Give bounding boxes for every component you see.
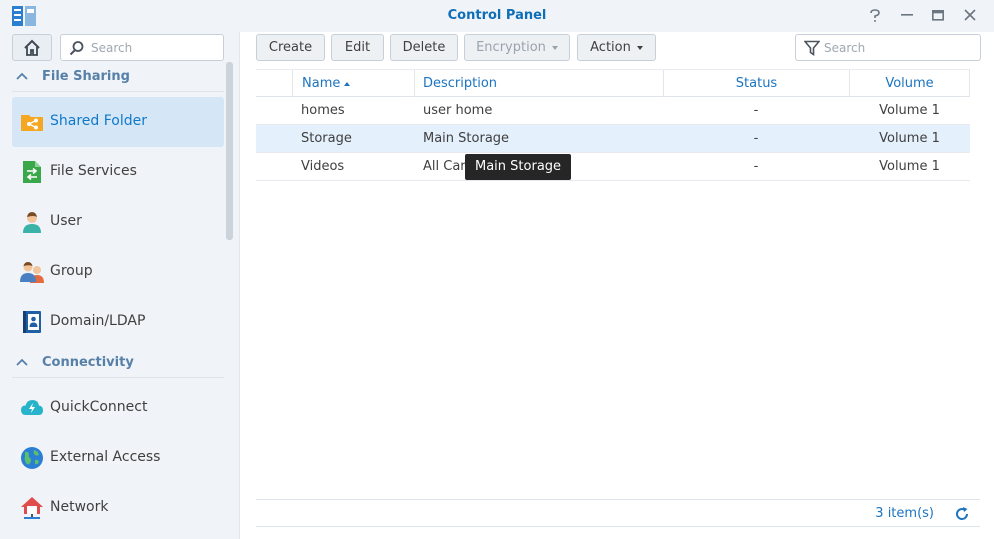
table-footer: 3 item(s) [256,499,980,527]
cell-status: - [753,131,759,146]
sidebar-item-label: External Access [50,449,161,465]
sidebar-item-label: Network [50,499,109,515]
section-header-file-sharing[interactable]: File Sharing [12,64,224,92]
domain-ldap-icon [23,311,41,333]
file-services-icon [23,161,41,183]
sidebar-item-label: File Services [50,163,137,179]
table-header: Name Description Status Volume [256,69,970,97]
filter-icon [804,40,820,56]
sidebar-item-file-services[interactable]: File Services [12,147,224,197]
quickconnect-icon [21,400,43,415]
sidebar-item-quickconnect[interactable]: QuickConnect [12,383,224,433]
maximize-icon[interactable] [929,7,947,25]
cell-status: - [753,103,759,118]
tooltip: Main Storage [465,154,572,180]
caret-down-icon [636,45,643,50]
sidebar-item-domain-ldap[interactable]: Domain/LDAP [12,297,224,347]
home-icon [24,39,40,56]
encryption-label: Encryption [476,40,546,55]
sidebar-item-label: Group [50,263,93,279]
cell-volume: Volume 1 [879,131,940,146]
column-header-name[interactable]: Name [292,70,414,97]
cell-name: Storage [301,131,352,146]
main-search-input[interactable] [824,39,974,57]
item-count: 3 item(s) [875,506,934,521]
sidebar-search[interactable] [60,34,224,61]
cell-name: homes [301,103,345,118]
column-header-status[interactable]: Status [663,70,849,97]
column-header-label: Name [302,76,341,91]
cell-name: Videos [301,159,345,174]
sidebar-item-label: QuickConnect [50,399,148,415]
section-title: File Sharing [42,69,130,84]
edit-button[interactable]: Edit [331,34,384,61]
chevron-up-icon [16,358,28,366]
home-button[interactable] [12,34,52,61]
sidebar-item-network[interactable]: Network [12,483,224,533]
network-icon [21,497,43,519]
sidebar-item-label: Domain/LDAP [50,313,146,329]
caret-down-icon [551,45,558,50]
sidebar-item-user[interactable]: User [12,197,224,247]
main-search[interactable] [795,34,981,61]
search-icon [69,41,84,56]
encryption-dropdown[interactable]: Encryption [464,34,570,61]
cell-description: Main Storage [423,131,510,146]
title-bar: Control Panel [0,0,994,32]
sidebar-item-shared-folder[interactable]: Shared Folder [12,97,224,147]
sidebar-search-input[interactable] [91,39,219,57]
create-button[interactable]: Create [256,34,325,61]
table-row[interactable]: homes user home - Volume 1 [256,97,970,125]
external-access-icon [21,447,43,469]
column-header-label: Status [735,76,778,91]
section-header-connectivity[interactable]: Connectivity [12,350,224,378]
cell-description: user home [423,103,493,118]
window-title: Control Panel [447,8,547,23]
cell-volume: Volume 1 [879,159,940,174]
action-label: Action [590,40,631,55]
column-header-volume[interactable]: Volume [849,70,970,97]
column-header-label: Description [423,76,498,91]
close-icon[interactable] [961,7,979,25]
sidebar-item-label: User [50,213,82,229]
group-icon [20,262,44,283]
sidebar-scrollbar[interactable] [226,62,233,240]
sort-ascending-icon [344,81,351,86]
action-dropdown[interactable]: Action [577,34,656,61]
sidebar-item-external-access[interactable]: External Access [12,433,224,483]
shared-folder-icon [21,115,43,131]
refresh-icon[interactable] [954,506,970,522]
section-title: Connectivity [42,355,134,370]
column-header-label: Volume [885,76,934,91]
sidebar-item-group[interactable]: Group [12,247,224,297]
minimize-icon[interactable] [898,7,916,25]
column-header-description[interactable]: Description [414,70,663,97]
cell-volume: Volume 1 [879,103,940,118]
sidebar: File Sharing Shared Folder File Services… [0,32,240,539]
delete-button[interactable]: Delete [390,34,458,61]
table-row[interactable]: Storage Main Storage - Volume 1 [256,125,970,153]
help-icon[interactable] [866,7,884,25]
table-row[interactable]: Videos All Cartoons - Volume 1 [256,153,970,181]
chevron-up-icon [16,72,28,80]
cell-status: - [753,159,759,174]
sidebar-item-label: Shared Folder [50,113,148,129]
user-icon [23,212,41,233]
